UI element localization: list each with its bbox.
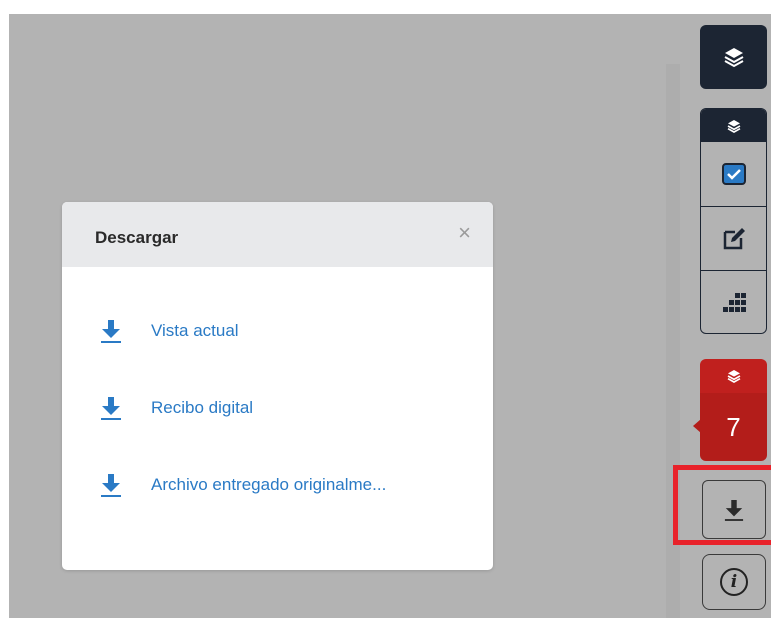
grid-icon [722,293,746,312]
grid-tool-button[interactable] [701,270,766,333]
checkbox-icon [721,163,746,185]
layers-icon [727,370,740,383]
download-dialog: Descargar × Vista actual Recibo digital [62,202,493,570]
download-current-view[interactable]: Vista actual [100,316,239,346]
download-item-label: Recibo digital [151,398,254,417]
pointer-arrow [693,419,701,433]
layers-button[interactable] [700,25,767,89]
layers-icon [727,119,740,133]
tools-group [700,108,767,334]
dialog-title: Descargar [95,228,179,247]
red-group-count[interactable]: 7 [700,393,767,461]
dialog-header: Descargar × [62,202,493,267]
layers-icon [724,48,743,68]
backdrop-overlay: Descargar × Vista actual Recibo digital [9,14,771,618]
red-group-header[interactable] [700,359,767,393]
download-icon [724,499,744,521]
download-icon [101,397,121,420]
download-icon [101,320,121,343]
checkbox-tool-button[interactable] [701,142,766,206]
edit-icon [723,228,745,250]
download-item-label: Archivo entregado originalme... [151,475,387,494]
scroll-track[interactable] [666,64,680,618]
download-original-file[interactable]: Archivo entregado originalme... [100,470,386,500]
info-button[interactable]: i [702,554,766,610]
close-icon[interactable]: × [458,222,471,244]
tools-group-header[interactable] [701,109,766,142]
download-button[interactable] [702,480,766,539]
download-icon [101,474,121,497]
edit-tool-button[interactable] [701,206,766,271]
download-digital-receipt[interactable]: Recibo digital [100,393,253,423]
info-icon: i [720,568,748,596]
download-item-label: Vista actual [151,321,239,340]
